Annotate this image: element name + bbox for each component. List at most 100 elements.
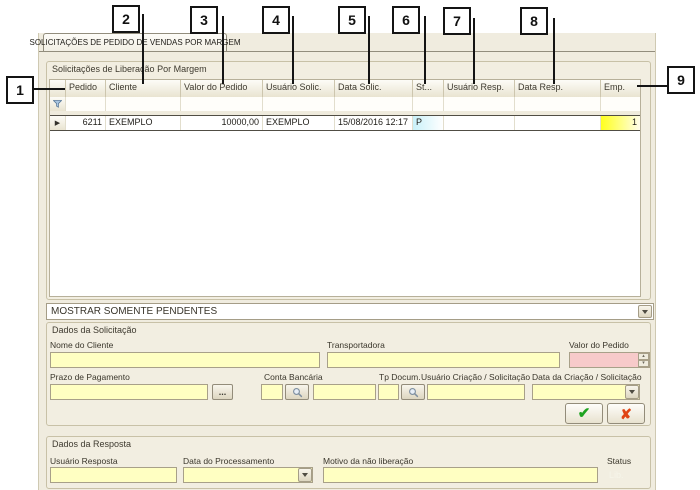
conta-bancaria-label: Conta Bancária [264,372,323,382]
callout-line-6 [424,16,426,84]
confirm-button[interactable]: ✔ [565,403,603,424]
valor-do-pedido-label: Valor do Pedido [569,340,629,350]
main-panel: SOLICITAÇÕES DE PEDIDO DE VENDAS POR MAR… [38,33,656,490]
chevron-down-icon[interactable] [638,305,652,318]
row-indicator-arrow-icon: ▶ [50,116,66,130]
filter-cell-status[interactable] [413,97,444,111]
callout-line-3 [222,16,224,84]
check-icon: ✔ [578,406,591,421]
filter-cell-emp[interactable] [601,97,640,111]
callout-box-6: 6 [392,6,420,34]
filter-cell-data-resp[interactable] [515,97,601,111]
usuario-criacao-label: Usuário Criação / Solicitação [421,372,530,382]
cell-status[interactable]: P [413,116,444,130]
magnifier-icon[interactable] [285,384,309,400]
callout-line-4 [292,16,294,84]
cell-usuario-solic[interactable]: EXEMPLO [263,116,335,130]
cell-usuario-resp[interactable] [444,116,515,130]
group-caption: Dados da Solicitação [52,325,137,335]
filter-cell-data-solic[interactable] [335,97,413,111]
callout-box-8: 8 [520,7,548,35]
magnifier-icon[interactable] [401,384,425,400]
data-criacao-wrapper [532,384,640,400]
show-pending-value: MOSTRAR SOMENTE PENDENTES [47,306,217,317]
callout-line-5 [368,16,370,84]
callout-line-9 [637,85,667,87]
transportadora-label: Transportadora [327,340,385,350]
nome-do-cliente-field[interactable] [50,352,320,368]
column-header-pedido[interactable]: Pedido [66,80,106,97]
cell-data-solic[interactable]: 15/08/2016 12:17 [335,116,413,130]
tp-docum-label: Tp Docum. [379,372,421,382]
usuario-resposta-label: Usuário Resposta [50,456,118,466]
filter-cell-usuario-solic[interactable] [263,97,335,111]
filter-cell-pedido[interactable] [66,97,106,111]
callout-box-5: 5 [338,6,366,34]
cell-valor-do-pedido[interactable]: 10000,00 [181,116,263,130]
callout-line-1 [34,88,65,90]
motivo-nao-liberacao-field[interactable] [323,467,598,483]
data-processamento-label: Data do Processamento [183,456,274,466]
chevron-down-icon[interactable] [298,468,312,482]
cell-data-resp[interactable] [515,116,601,130]
usuario-resposta-field[interactable] [50,467,177,483]
funnel-icon [50,97,66,111]
filter-cell-usuario-resp[interactable] [444,97,515,111]
cell-emp[interactable]: 1 [601,116,640,130]
column-header-data-solic[interactable]: Data Solic. [335,80,413,97]
nome-do-cliente-label: Nome do Cliente [50,340,113,350]
callout-box-2: 2 [112,5,140,33]
x-icon: ✘ [620,407,632,421]
group-dados-resposta: Dados da Resposta Usuário Resposta Data … [46,436,651,489]
data-criacao-field[interactable] [532,384,640,400]
grid-empty-area [50,131,640,296]
show-pending-dropdown[interactable]: MOSTRAR SOMENTE PENDENTES [46,303,654,320]
tabstrip-divider [39,51,655,52]
callout-box-9: 9 [667,66,695,94]
status-label: Status [607,456,631,466]
cell-pedido[interactable]: 6211 [66,116,106,130]
value-spinner: ▴ ▾ [638,353,649,366]
grid-filter-row [50,97,640,111]
ellipsis-browse-button[interactable]: ... [212,384,233,400]
transportadora-field[interactable] [327,352,560,368]
filter-cell-cliente[interactable] [106,97,181,111]
callout-line-7 [473,18,475,84]
tp-docum-code-field[interactable] [378,384,399,400]
callout-box-1: 1 [6,76,34,104]
column-header-usuario-resp[interactable]: Usuário Resp. [444,80,515,97]
group-caption: Dados da Resposta [52,439,131,449]
data-processamento-wrapper [183,467,313,483]
callout-line-8 [553,18,555,84]
callout-line-2 [142,14,144,84]
group-caption: Solicitações de Liberação Por Margem [52,64,207,74]
callout-box-7: 7 [443,7,471,35]
column-header-data-resp[interactable]: Data Resp. [515,80,601,97]
spinner-down-icon[interactable]: ▾ [638,360,649,367]
conta-bancaria-code-field[interactable] [261,384,283,400]
usuario-criacao-field[interactable] [427,384,525,400]
data-processamento-field[interactable] [183,467,313,483]
callout-box-3: 3 [190,6,218,34]
column-header-usuario-solic[interactable]: Usuário Solic. [263,80,335,97]
screenshot-page: SOLICITAÇÕES DE PEDIDO DE VENDAS POR MAR… [0,0,700,490]
table-row[interactable]: ▶ 6211 EXEMPLO 10000,00 EXEMPLO 15/08/20… [50,115,640,131]
chevron-down-icon[interactable] [625,385,639,399]
prazo-de-pagamento-label: Prazo de Pagamento [50,372,130,382]
callout-box-4: 4 [262,6,290,34]
tab-label: SOLICITAÇÕES DE PEDIDO DE VENDAS POR MAR… [30,38,241,47]
data-criacao-label: Data da Criação / Solicitação [532,372,642,382]
tab-solicitacoes[interactable]: SOLICITAÇÕES DE PEDIDO DE VENDAS POR MAR… [43,33,227,51]
column-header-emp[interactable]: Emp. [601,80,640,97]
filter-cell-valor[interactable] [181,97,263,111]
column-header-status[interactable]: St... [413,80,444,97]
spinner-up-icon[interactable]: ▴ [638,353,649,360]
cell-cliente[interactable]: EXEMPLO [106,116,181,130]
group-dados-solicitacao: Dados da Solicitação Nome do Cliente Tra… [46,322,651,426]
conta-bancaria-field[interactable] [313,384,376,400]
prazo-de-pagamento-field[interactable] [50,384,208,400]
prazo-de-pagamento-wrapper: ... [50,384,233,400]
cancel-button[interactable]: ✘ [607,403,645,424]
grid-header-row: Pedido Cliente Valor do Pedido Usuário S… [50,80,640,97]
status-value: Lib. [609,470,624,480]
